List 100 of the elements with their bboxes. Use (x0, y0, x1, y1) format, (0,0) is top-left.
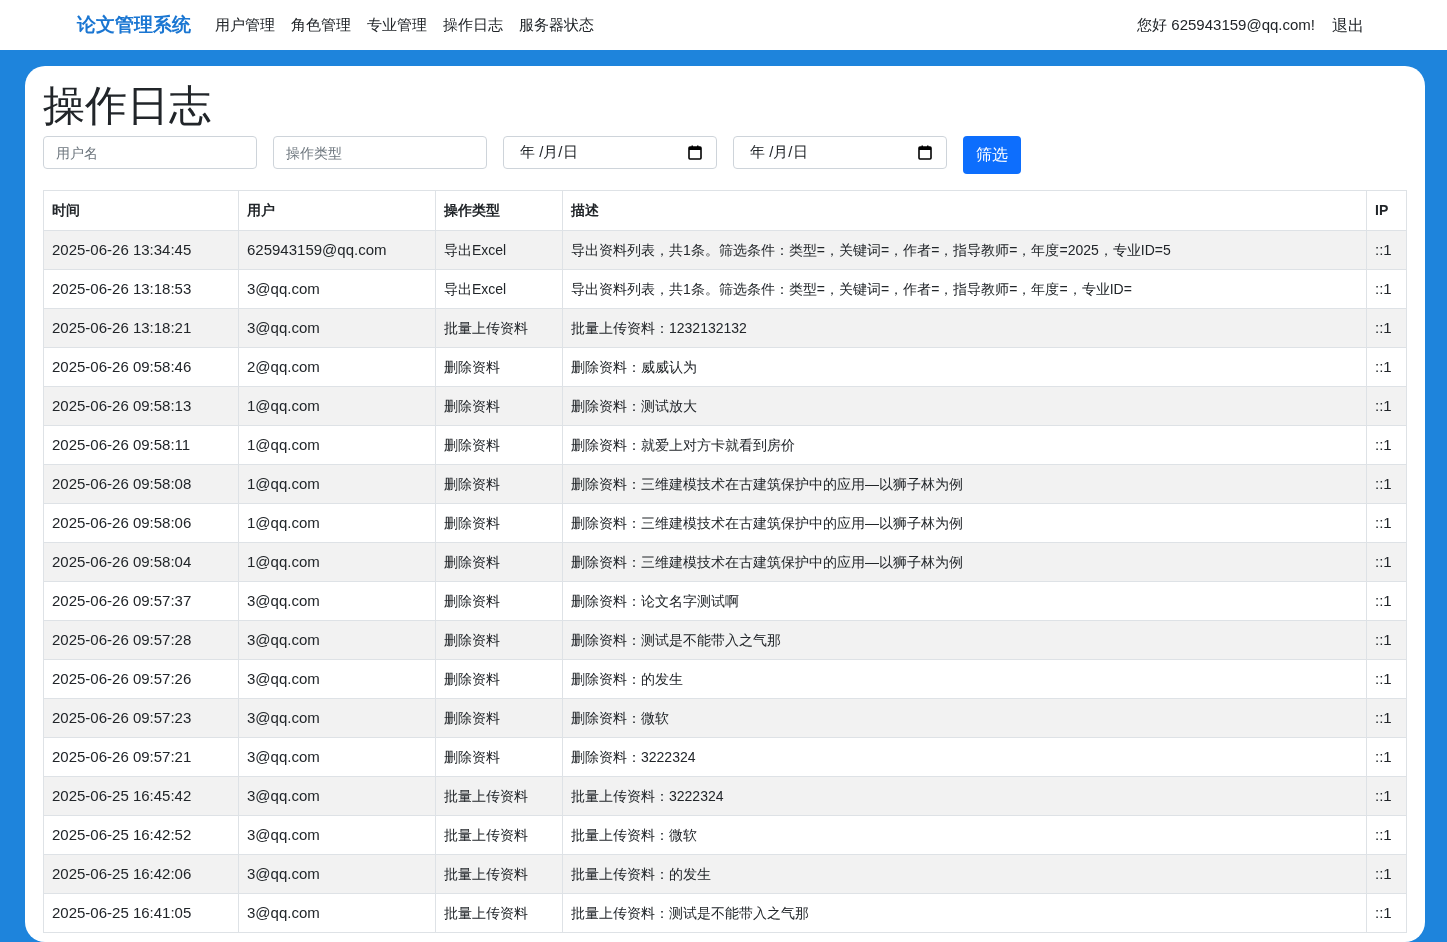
table-cell: 3@qq.com (238, 659, 436, 699)
table-cell: ::1 (1366, 893, 1407, 933)
table-cell: ::1 (1366, 776, 1407, 816)
nav-link[interactable]: 服务器状态 (519, 13, 594, 37)
table-cell: 1@qq.com (238, 503, 436, 543)
table-cell: 2025-06-25 16:42:52 (43, 815, 239, 855)
table-cell: 批量上传资料 (435, 815, 563, 855)
page-title: 操作日志 (43, 81, 212, 131)
table-cell: ::1 (1366, 815, 1407, 855)
table-cell: 删除资料：就爱上对方卡就看到房价 (562, 425, 1367, 465)
table-cell: 批量上传资料：1232132132 (562, 308, 1367, 348)
table-cell: ::1 (1366, 308, 1407, 348)
greeting-text: 您好 625943159@qq.com! (1137, 14, 1315, 35)
column-header: 时间 (43, 190, 239, 231)
table-cell: 删除资料：三维建模技术在古建筑保护中的应用—以狮子林为例 (562, 464, 1367, 504)
table-cell: 删除资料 (435, 425, 563, 465)
table-cell: ::1 (1366, 386, 1407, 426)
table-cell: 导出资料列表，共1条。筛选条件：类型=，关键词=，作者=，指导教师=，年度=2025，专业ID=5 (562, 230, 1367, 270)
table-cell: 1@qq.com (238, 425, 436, 465)
table-cell: 3@qq.com (238, 269, 436, 309)
calendar-icon[interactable] (688, 145, 702, 160)
table-cell: 2025-06-26 09:57:26 (43, 659, 239, 699)
table-cell: 3@qq.com (238, 737, 436, 777)
table-cell: 2025-06-26 09:58:08 (43, 464, 239, 504)
brand-link[interactable]: 论文管理系统 (77, 10, 191, 40)
filter-button[interactable]: 筛选 (963, 136, 1021, 174)
table-cell: ::1 (1366, 620, 1407, 660)
table-cell: 批量上传资料：测试是不能带入之气那 (562, 893, 1367, 933)
table-cell: 3@qq.com (238, 581, 436, 621)
table-cell: ::1 (1366, 230, 1407, 270)
table-cell: 批量上传资料 (435, 776, 563, 816)
table-cell: 删除资料：3222324 (562, 737, 1367, 777)
table-cell: 批量上传资料：3222324 (562, 776, 1367, 816)
table-cell: 2025-06-26 13:18:21 (43, 308, 239, 348)
table-cell: 批量上传资料 (435, 854, 563, 894)
table-cell: 3@qq.com (238, 698, 436, 738)
table-cell: 导出Excel (435, 269, 563, 309)
table-cell: 批量上传资料：的发生 (562, 854, 1367, 894)
table-cell: 删除资料 (435, 698, 563, 738)
table-cell: 2025-06-26 09:57:28 (43, 620, 239, 660)
table-cell: ::1 (1366, 698, 1407, 738)
table-cell: ::1 (1366, 854, 1407, 894)
table-cell: 删除资料 (435, 659, 563, 699)
table-cell: 2025-06-26 09:58:11 (43, 425, 239, 465)
table-cell: 删除资料 (435, 503, 563, 543)
table-cell: ::1 (1366, 737, 1407, 777)
table-cell: 导出资料列表，共1条。筛选条件：类型=，关键词=，作者=，指导教师=，年度=，专业ID= (562, 269, 1367, 309)
username-field[interactable]: 用户名 (43, 136, 257, 169)
table-cell: 批量上传资料 (435, 893, 563, 933)
table-cell: 删除资料 (435, 737, 563, 777)
table-cell: 删除资料 (435, 581, 563, 621)
table-cell: 3@qq.com (238, 893, 436, 933)
logout-link[interactable]: 退出 (1332, 14, 1364, 38)
nav-link[interactable]: 操作日志 (443, 13, 503, 37)
table-cell: 删除资料：论文名字测试啊 (562, 581, 1367, 621)
table-cell: 删除资料：三维建模技术在古建筑保护中的应用—以狮子林为例 (562, 503, 1367, 543)
table-cell: 1@qq.com (238, 542, 436, 582)
table-cell: 2025-06-26 09:58:46 (43, 347, 239, 387)
table-cell: 2025-06-26 09:57:21 (43, 737, 239, 777)
table-cell: 3@qq.com (238, 854, 436, 894)
table-cell: 2025-06-26 13:18:53 (43, 269, 239, 309)
table-cell: 删除资料：测试放大 (562, 386, 1367, 426)
table-cell: 导出Excel (435, 230, 563, 270)
table-cell: ::1 (1366, 269, 1407, 309)
table-cell: 2025-06-26 09:58:06 (43, 503, 239, 543)
table-cell: ::1 (1366, 542, 1407, 582)
table-cell: 3@qq.com (238, 776, 436, 816)
table-cell: ::1 (1366, 659, 1407, 699)
nav-link[interactable]: 专业管理 (367, 13, 427, 37)
table-cell: 删除资料：的发生 (562, 659, 1367, 699)
end-date-field[interactable]: 年 /月/日 (733, 136, 947, 169)
table-cell: ::1 (1366, 503, 1407, 543)
table-cell: 删除资料：测试是不能带入之气那 (562, 620, 1367, 660)
nav-link[interactable]: 用户管理 (215, 13, 275, 37)
table-cell: 批量上传资料 (435, 308, 563, 348)
table-cell: 2025-06-26 09:58:13 (43, 386, 239, 426)
table-cell: 2025-06-26 09:57:23 (43, 698, 239, 738)
table-cell: 1@qq.com (238, 464, 436, 504)
table-cell: 删除资料 (435, 620, 563, 660)
table-cell: ::1 (1366, 347, 1407, 387)
table-cell: 3@qq.com (238, 815, 436, 855)
column-header: 用户 (238, 190, 436, 231)
action-type-field[interactable]: 操作类型 (273, 136, 487, 169)
column-header: 操作类型 (435, 190, 563, 231)
table-cell: 2025-06-25 16:41:05 (43, 893, 239, 933)
table-cell: 2025-06-25 16:45:42 (43, 776, 239, 816)
calendar-icon[interactable] (918, 145, 932, 160)
table-cell: 删除资料：微软 (562, 698, 1367, 738)
table-cell: 2025-06-26 09:57:37 (43, 581, 239, 621)
table-cell: 删除资料 (435, 386, 563, 426)
table-cell: 3@qq.com (238, 620, 436, 660)
table-cell: ::1 (1366, 464, 1407, 504)
table-cell: 2@qq.com (238, 347, 436, 387)
table-cell: 2025-06-26 13:34:45 (43, 230, 239, 270)
nav-link[interactable]: 角色管理 (291, 13, 351, 37)
start-date-field[interactable]: 年 /月/日 (503, 136, 717, 169)
table-cell: 3@qq.com (238, 308, 436, 348)
table-cell: 删除资料 (435, 542, 563, 582)
table-cell: ::1 (1366, 425, 1407, 465)
table-cell: 删除资料：三维建模技术在古建筑保护中的应用—以狮子林为例 (562, 542, 1367, 582)
